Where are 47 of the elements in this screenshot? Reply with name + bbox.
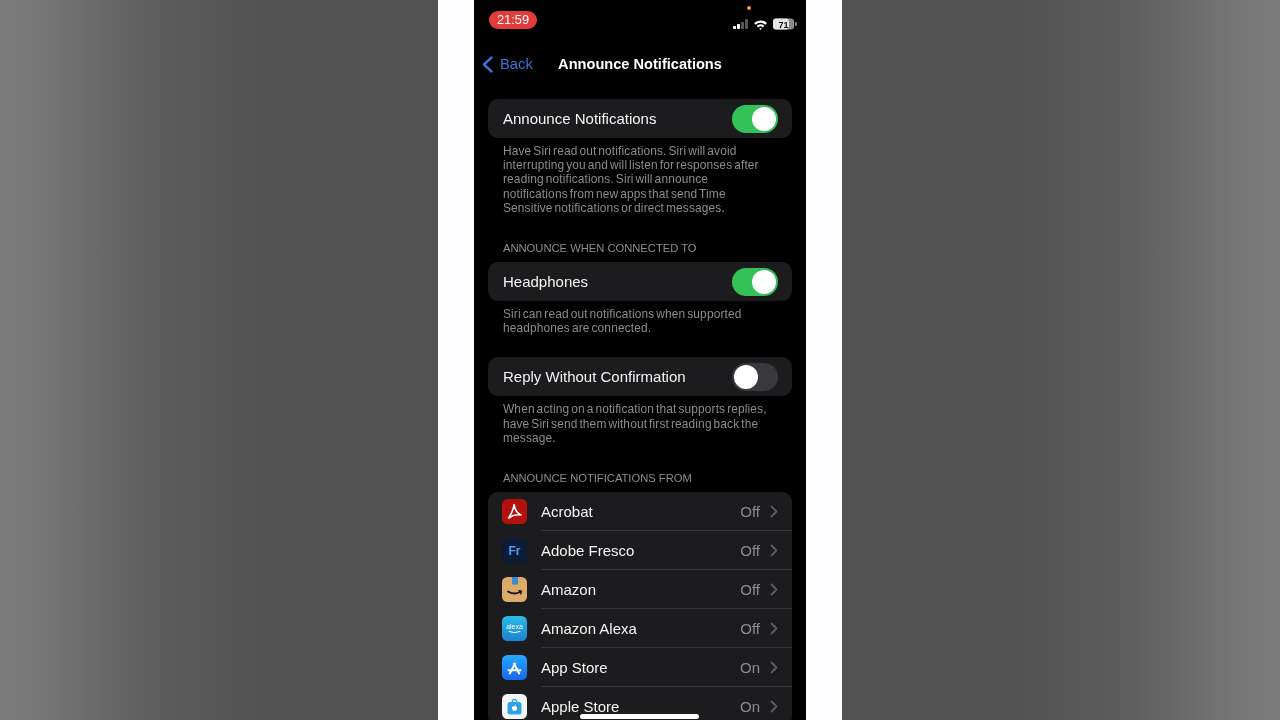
indicator-dot-icon — [747, 6, 751, 10]
back-button[interactable]: Back — [482, 55, 533, 73]
footer-text: Siri can read out notifications when supported headphones are connected. — [502, 306, 743, 336]
signal-icon — [733, 19, 748, 29]
app-row[interactable]: Amazon Off — [488, 570, 792, 610]
shopping-bag-icon — [502, 694, 527, 720]
setting-value: On — [740, 659, 760, 675]
a-glyph-icon — [502, 655, 527, 681]
letters-logo-icon: Fr — [502, 538, 527, 564]
setting-value: Off — [740, 542, 760, 558]
footer-text: Have Siri read out notifications. Siri will avoid interrupting you and will listen for responses after reading notifications. Siri will announce notifications from new apps that send Time Sensitive notifications or direct messages. — [502, 143, 760, 215]
app-row[interactable]: Acrobat Off — [488, 492, 792, 532]
row-label: Reply Without Confirmation — [503, 368, 686, 386]
chevron-right-icon — [770, 582, 778, 596]
chevron-right-icon — [770, 621, 778, 635]
app-row[interactable]: App Store On — [488, 648, 792, 688]
status-time: 21:59 — [489, 11, 537, 29]
smile-box-icon — [502, 577, 527, 603]
setting-value: Off — [740, 581, 760, 597]
app-row[interactable]: Apple Store On — [488, 687, 792, 720]
setting-value: Off — [740, 503, 760, 519]
app-row[interactable]: Fr Adobe Fresco Off — [488, 531, 792, 571]
app-name: Acrobat — [541, 503, 593, 519]
chevron-right-icon — [770, 504, 778, 518]
row-label: Headphones — [503, 273, 589, 290]
row-label: Announce Notifications — [503, 110, 657, 127]
app-name: Adobe Fresco — [541, 542, 635, 558]
swirl-logo-icon — [502, 499, 527, 525]
app-name: Apple Store — [541, 699, 620, 715]
app-name: Amazon Alexa — [541, 620, 637, 636]
setting-value: On — [740, 699, 760, 715]
app-name: Amazon — [541, 581, 597, 597]
app-name: App Store — [541, 659, 608, 675]
section-header: ANNOUNCE NOTIFICATIONS FROM — [502, 471, 693, 486]
toggle-switch[interactable] — [732, 362, 778, 391]
chevron-right-icon — [770, 700, 778, 714]
nav-title: Announce Notifications — [558, 56, 722, 72]
footer-text: When acting on a notification that supports replies, have Siri send them without first reading back the message. — [502, 401, 768, 446]
setting-value: Off — [740, 620, 760, 636]
toggle-switch[interactable] — [732, 267, 778, 296]
wifi-icon — [753, 18, 768, 30]
section-header: ANNOUNCE WHEN CONNECTED TO — [502, 241, 698, 255]
toggle-switch[interactable] — [732, 104, 778, 133]
chevron-right-icon — [770, 660, 778, 674]
battery-icon: 71 — [773, 18, 797, 30]
chevron-left-icon — [482, 55, 493, 73]
chevron-right-icon — [770, 543, 778, 557]
